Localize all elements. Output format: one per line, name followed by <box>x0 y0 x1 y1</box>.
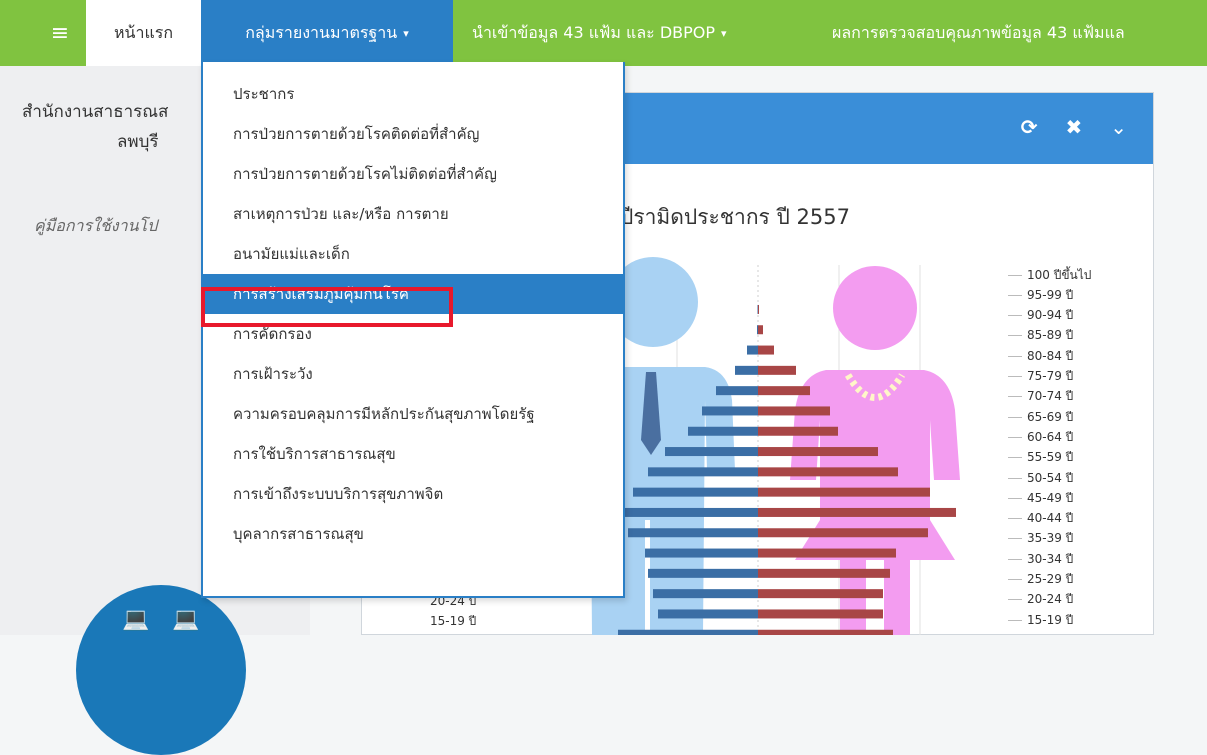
organization-province: ลพบุรี <box>117 132 159 152</box>
legend-tick <box>1008 294 1022 296</box>
legend-tick <box>1008 497 1022 499</box>
dropdown-menu-item[interactable]: ประชากร <box>203 74 623 114</box>
age-group-label: 50-54 ปี <box>1008 469 1073 487</box>
age-group-text: 70-74 ปี <box>1027 389 1074 404</box>
network-globe-logo: 💻 💻 <box>76 585 246 755</box>
close-icon[interactable]: ✖ <box>1065 115 1082 139</box>
age-group-label: 45-49 ปี <box>1008 489 1073 507</box>
chevron-down-icon: ▾ <box>721 26 727 40</box>
nav-standard-reports-dropdown[interactable]: กลุ่มรายงานมาตรฐาน ▾ <box>201 0 453 66</box>
dropdown-menu-item[interactable]: การเฝ้าระวัง <box>203 354 623 394</box>
organization-name: สำนักงานสาธารณส <box>22 102 169 122</box>
age-group-text: 50-54 ปี <box>1027 470 1074 485</box>
legend-tick <box>1008 457 1022 459</box>
age-group-text: 80-84 ปี <box>1027 348 1074 363</box>
age-group-text: 35-39 ปี <box>1027 531 1074 546</box>
dropdown-menu-item[interactable]: การสร้างเสริมภูมิคุ้มกันโรค <box>203 274 623 314</box>
age-group-label: 75-79 ปี <box>1008 368 1073 386</box>
left-axis-label: 15-19 ปี <box>430 614 477 628</box>
legend-tick <box>1008 436 1022 438</box>
age-group-text: 95-99 ปี <box>1027 287 1074 302</box>
legend-tick <box>1008 416 1022 418</box>
collapse-icon[interactable]: ⌄ <box>1110 115 1127 139</box>
legend-tick <box>1008 579 1022 580</box>
legend-tick <box>1008 274 1022 276</box>
hamburger-menu-icon[interactable]: ≡ <box>34 0 86 66</box>
dropdown-menu-item[interactable]: การป่วยการตายด้วยโรคไม่ติดต่อที่สำคัญ <box>203 154 623 194</box>
dropdown-menu-item[interactable]: การป่วยการตายด้วยโรคติดต่อที่สำคัญ <box>203 114 623 154</box>
age-group-label: 95-99 ปี <box>1008 286 1073 304</box>
dropdown-menu-item[interactable]: การคัดกรอง <box>203 314 623 354</box>
age-group-text: 30-34 ปี <box>1027 551 1074 566</box>
age-group-label: 60-64 ปี <box>1008 428 1073 446</box>
laptop-icon: 💻 <box>122 607 150 632</box>
user-manual-link[interactable]: คู่มือการใช้งานโป <box>34 214 157 239</box>
age-group-label: 40-44 ปี <box>1008 510 1073 528</box>
legend-tick <box>1008 355 1022 357</box>
age-group-label: 35-39 ปี <box>1008 530 1073 548</box>
age-group-text: 100 ปีขึ้นไป <box>1027 267 1092 282</box>
laptop-icon: 💻 <box>172 607 200 632</box>
legend-tick <box>1008 599 1022 601</box>
age-group-label: 55-59 ปี <box>1008 449 1073 467</box>
standard-reports-dropdown-menu: ประชากร การป่วยการตายด้วยโรคติดต่อที่สำคั… <box>201 62 625 598</box>
legend-tick <box>1008 619 1022 621</box>
dropdown-menu-item[interactable]: สาเหตุการป่วย และ/หรือ การตาย <box>203 194 623 234</box>
dropdown-menu-item[interactable]: บุคลากรสาธารณสุข <box>203 514 623 554</box>
age-group-label: 90-94 ปี <box>1008 307 1073 325</box>
age-group-text: 25-29 ปี <box>1027 572 1074 586</box>
age-group-label: 65-69 ปี <box>1008 408 1073 426</box>
age-group-label: 15-19 ปี <box>1008 611 1073 629</box>
age-group-label: 20-24 ปี <box>1008 591 1073 609</box>
age-group-label: 25-29 ปี <box>1008 571 1073 589</box>
age-group-text: 60-64 ปี <box>1027 429 1074 444</box>
age-group-label: 80-84 ปี <box>1008 347 1073 365</box>
nav-standard-reports-label: กลุ่มรายงานมาตรฐาน <box>245 22 398 42</box>
chevron-down-icon: ▾ <box>403 26 409 40</box>
age-group-text: 65-69 ปี <box>1027 409 1074 424</box>
dropdown-menu-item[interactable]: ความครอบคลุมการมีหลักประกันสุขภาพโดยรัฐ <box>203 394 623 434</box>
age-group-text: 55-59 ปี <box>1027 450 1074 465</box>
legend-tick <box>1008 518 1022 520</box>
legend-tick <box>1008 538 1022 540</box>
legend-tick <box>1008 396 1022 398</box>
dropdown-menu-item[interactable]: อนามัยแม่และเด็ก <box>203 234 623 274</box>
legend-tick <box>1008 558 1022 560</box>
age-group-label: 30-34 ปี <box>1008 550 1073 568</box>
age-group-text: 90-94 ปี <box>1027 308 1074 323</box>
dropdown-menu-item[interactable]: การใช้บริการสาธารณสุข <box>203 434 623 474</box>
legend-tick <box>1008 477 1022 479</box>
age-group-text: 40-44 ปี <box>1027 511 1074 526</box>
nav-import-data-label: นำเข้าข้อมูล 43 แฟ้ม และ DBPOP <box>472 22 715 42</box>
age-group-label: 85-89 ปี <box>1008 327 1073 345</box>
legend-tick <box>1008 335 1022 337</box>
age-group-text: 20-24 ปี <box>1027 592 1074 607</box>
age-group-label: 70-74 ปี <box>1008 388 1073 406</box>
age-group-text: 75-79 ปี <box>1027 369 1074 383</box>
legend-tick <box>1008 376 1022 377</box>
nav-import-data-dropdown[interactable]: นำเข้าข้อมูล 43 แฟ้ม และ DBPOP ▾ <box>472 0 727 66</box>
nav-quality-link[interactable]: ผลการตรวจสอบคุณภาพข้อมูล 43 แฟ้มแล <box>832 0 1207 66</box>
age-group-text: 15-19 ปี <box>1027 612 1074 627</box>
nav-home-link[interactable]: หน้าแรก <box>86 0 201 66</box>
age-group-text: 85-89 ปี <box>1027 328 1074 343</box>
legend-tick <box>1008 315 1022 317</box>
dropdown-menu-item[interactable]: การเข้าถึงระบบบริการสุขภาพจิต <box>203 474 623 514</box>
chart-title: ปีรามิดประชากร ปี 2557 <box>620 205 850 229</box>
refresh-icon[interactable]: ⟳ <box>1021 115 1038 139</box>
age-group-label: 100 ปีขึ้นไป <box>1008 266 1091 284</box>
age-group-text: 45-49 ปี <box>1027 490 1074 505</box>
